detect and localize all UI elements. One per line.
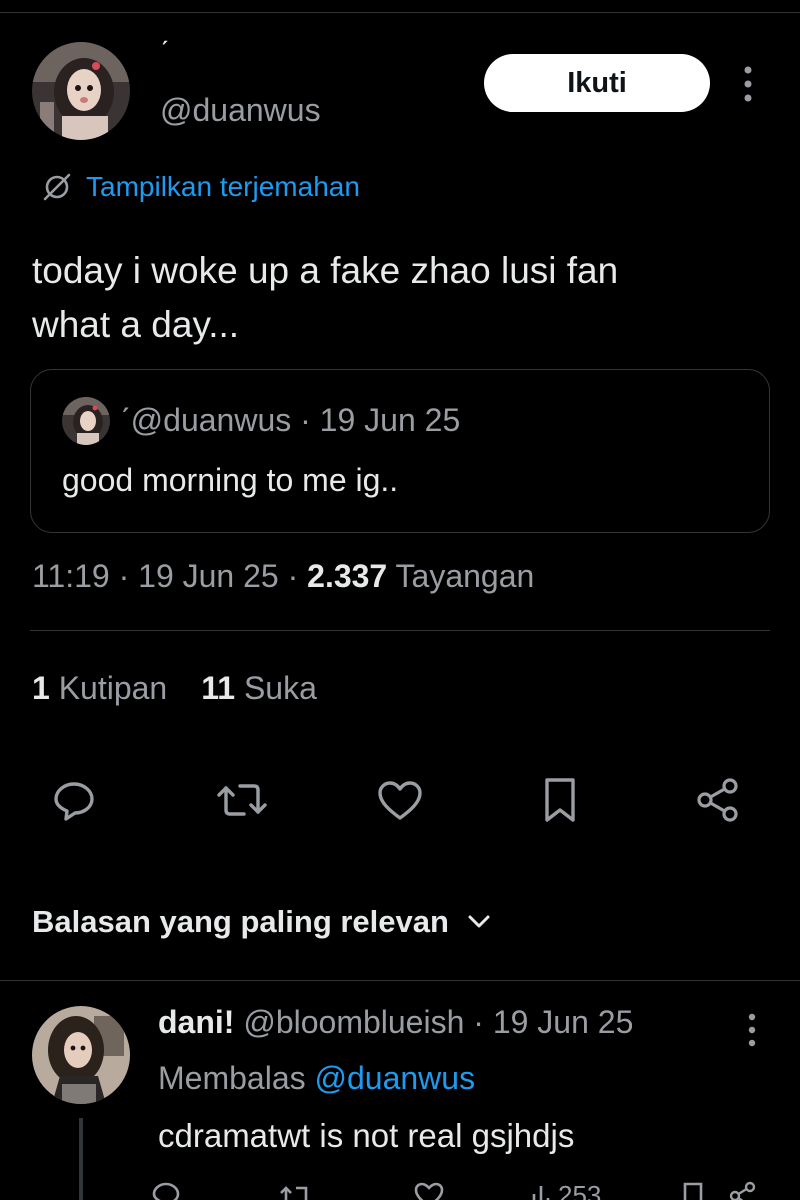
quoted-author-name: ˊ [120, 402, 131, 438]
reply-separator: · [473, 1004, 484, 1040]
divider [0, 980, 800, 981]
author-handle[interactable]: @duanwus [160, 92, 321, 129]
tweet-text-line-2: what a day... [32, 304, 240, 345]
reply-bookmark-icon[interactable] [680, 1180, 706, 1200]
reply-like-icon[interactable] [412, 1180, 446, 1200]
reply-author-avatar[interactable] [32, 1006, 130, 1104]
quoted-separator: · [300, 402, 311, 438]
reply-share-icon[interactable] [728, 1180, 758, 1200]
quotes-label: Kutipan [58, 670, 168, 706]
quoted-tweet-card[interactable] [30, 369, 770, 533]
reply-date: 19 Jun 25 [492, 1004, 634, 1040]
likes-label: Suka [243, 670, 317, 706]
tweet-date: 19 Jun 25 [138, 558, 279, 594]
reply-text: cdramatwt is not real gsjhdjs [158, 1117, 575, 1154]
author-display-name[interactable]: ˊ [160, 36, 169, 68]
quoted-date: 19 Jun 25 [319, 402, 461, 438]
quotes-count: 1 [32, 670, 50, 706]
likes-stat[interactable]: 11 Suka [201, 670, 317, 707]
reply-author-handle[interactable]: @bloomblueish [243, 1004, 464, 1040]
chevron-down-icon [468, 915, 490, 928]
views-label: Tayangan [395, 558, 535, 594]
share-icon[interactable] [692, 774, 744, 826]
follow-button[interactable]: Ikuti [484, 54, 710, 112]
replying-to-handle[interactable]: @duanwus [315, 1060, 476, 1096]
retweet-icon[interactable] [216, 774, 268, 826]
translate-globe-icon [43, 173, 71, 201]
tweet-meta: 11:19 · 19 Jun 25 · 2.337 Tayangan [32, 558, 534, 595]
meta-separator-2: · [287, 558, 299, 594]
reply-more-options-icon[interactable] [740, 1010, 764, 1050]
engagement-stats: 1 Kutipan 11 Suka [32, 670, 317, 707]
translate-link[interactable]: Tampilkan terjemahan [42, 170, 360, 204]
more-options-icon[interactable] [736, 62, 760, 106]
reply-retweet-icon[interactable] [278, 1180, 314, 1200]
author-avatar[interactable] [32, 42, 130, 140]
quotes-stat[interactable]: 1 Kutipan [32, 670, 167, 707]
replies-sort-label: Balasan yang paling relevan [32, 904, 449, 939]
tweet-time: 11:19 [32, 558, 110, 594]
replying-to-prefix: Membalas [158, 1060, 306, 1096]
quoted-tweet-text: good morning to me ig.. [62, 462, 399, 498]
quoted-tweet-meta: ˊ@duanwus · 19 Jun 25 [120, 402, 460, 439]
bookmark-icon[interactable] [534, 774, 586, 826]
views-icon [532, 1186, 550, 1200]
reply-icon[interactable] [48, 774, 100, 826]
reply-views[interactable]: 253 [530, 1180, 630, 1200]
meta-separator-1: · [118, 558, 130, 594]
quoted-author-avatar [62, 397, 110, 445]
reply-header: dani! @bloomblueish · 19 Jun 25 [158, 1004, 633, 1041]
replying-to: Membalas @duanwus [158, 1060, 475, 1097]
views-count: 2.337 [307, 558, 388, 594]
divider [30, 630, 770, 631]
author-avatar-image [32, 42, 130, 140]
top-divider [0, 12, 800, 13]
translate-label: Tampilkan terjemahan [86, 171, 360, 202]
tweet-text: today i woke up a fake zhao lusi fan wha… [32, 244, 772, 352]
reply-views-count: 253 [558, 1180, 602, 1200]
like-icon[interactable] [374, 774, 426, 826]
reply-reply-icon[interactable] [150, 1180, 182, 1200]
quoted-author-handle: @duanwus [130, 402, 292, 438]
reply-author-name[interactable]: dani! [158, 1004, 234, 1040]
replies-sort-dropdown[interactable]: Balasan yang paling relevan [32, 900, 491, 944]
likes-count: 11 [201, 670, 236, 706]
tweet-text-line-1: today i woke up a fake zhao lusi fan [32, 250, 619, 291]
thread-line [79, 1118, 83, 1200]
